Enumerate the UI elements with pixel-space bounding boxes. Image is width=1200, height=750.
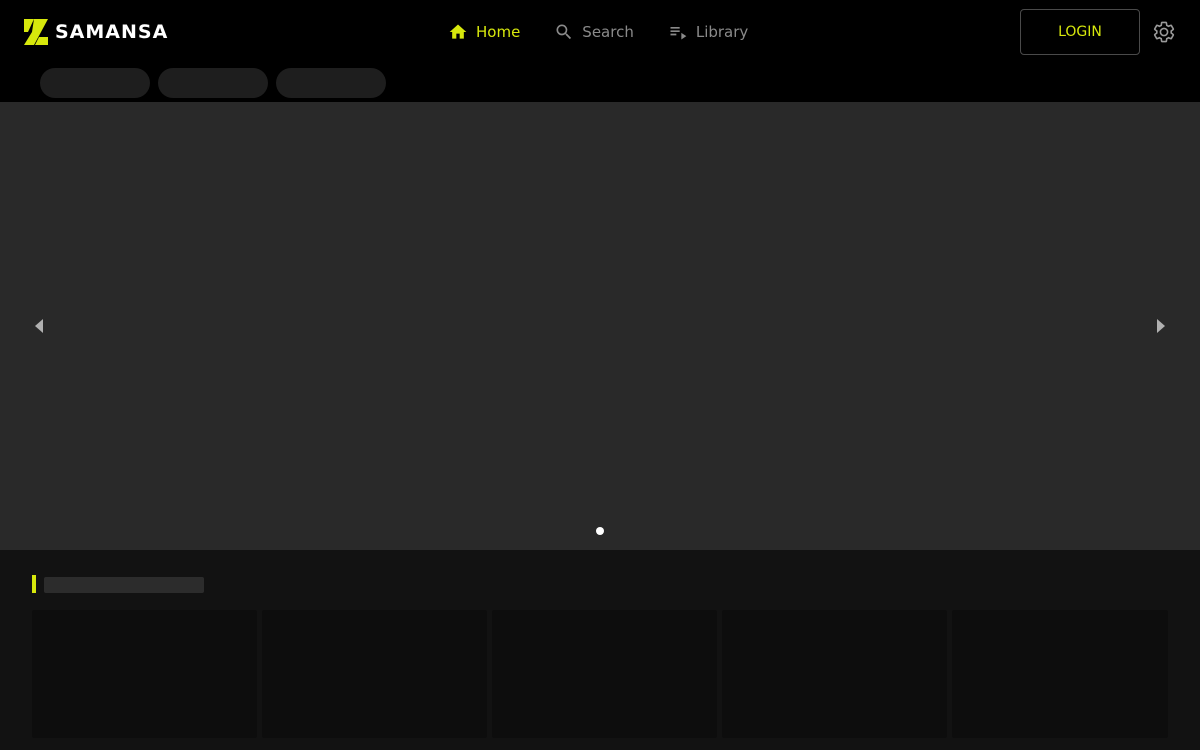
chevron-left-icon [30,319,50,340]
brand-logo[interactable]: SAMANSA [24,19,168,45]
nav-search-label: Search [582,23,634,41]
category-chip-skeleton [276,68,386,98]
card-row [32,610,1168,738]
content-card-skeleton[interactable] [262,610,487,738]
carousel-dot-active[interactable] [596,527,604,535]
section-accent-bar [32,575,36,593]
brand-name: SAMANSA [55,21,169,43]
category-chips-placeholder [40,68,394,98]
login-button[interactable]: LOGIN [1020,9,1140,55]
content-row-section [0,550,1200,750]
category-chip-skeleton [40,68,150,98]
nav-home[interactable]: Home [448,18,520,46]
page: SAMANSA Home Search Library LOGIN [0,0,1200,750]
chevron-right-icon [1150,319,1170,340]
content-card-skeleton[interactable] [32,610,257,738]
top-header: SAMANSA Home Search Library LOGIN [0,0,1200,64]
section-title-skeleton [44,577,204,593]
content-card-skeleton[interactable] [722,610,947,738]
category-chip-skeleton [158,68,268,98]
home-icon [448,22,468,42]
nav-library-label: Library [695,23,749,41]
content-card-skeleton[interactable] [952,610,1168,738]
content-card-skeleton[interactable] [492,610,717,738]
hero-carousel [0,102,1200,550]
main-nav: Home Search Library [448,18,748,46]
nav-library[interactable]: Library [668,18,748,46]
samansa-logo-icon [24,19,48,45]
nav-home-label: Home [476,23,521,41]
playlist-icon [668,22,688,42]
carousel-prev-button[interactable] [30,316,50,336]
gear-icon [1152,21,1176,48]
nav-search[interactable]: Search [554,18,634,46]
carousel-next-button[interactable] [1150,316,1170,336]
search-icon [554,22,574,42]
settings-button[interactable] [1152,20,1176,44]
